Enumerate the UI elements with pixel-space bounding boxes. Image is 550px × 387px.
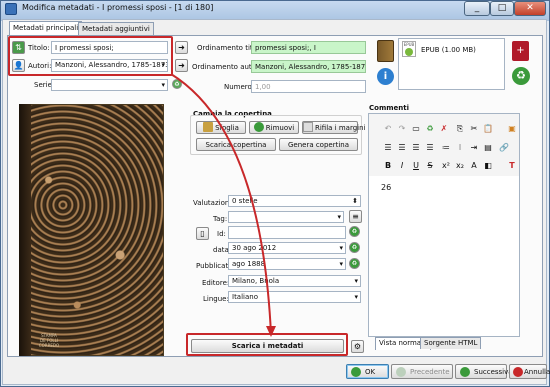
insert-image-icon[interactable]: ▣ — [506, 123, 518, 134]
epub-file-icon: EPUB — [402, 41, 416, 57]
cancel-icon — [513, 367, 523, 377]
edit-tags-icon[interactable]: ≡ — [349, 210, 362, 223]
text-color-icon[interactable]: A — [468, 160, 480, 171]
check-icon — [351, 367, 361, 377]
prev-label: Precedente — [410, 368, 450, 376]
generate-cover-button[interactable]: Genera copertina — [279, 138, 358, 151]
chevron-down-icon: ▾ — [339, 244, 343, 252]
previous-button[interactable]: Precedente — [391, 364, 453, 379]
spin-arrows-icon: ⬍ — [352, 197, 358, 205]
remove-format-icon[interactable]: ✗ — [438, 123, 450, 134]
epub-badge: EPUB — [403, 42, 415, 47]
link-icon[interactable]: 🔗 — [498, 142, 510, 153]
italic-icon[interactable]: I — [396, 160, 408, 171]
bullet-list-icon[interactable]: ⁝ — [454, 142, 466, 153]
title-sort-input[interactable]: promessi sposi;, I — [251, 41, 366, 54]
remove-format-icon[interactable]: ♻ — [512, 67, 530, 85]
tab-main-metadata[interactable]: Metadati principali — [9, 21, 83, 36]
clear-icon[interactable]: ♻ — [424, 123, 436, 134]
underline-icon[interactable]: U — [410, 160, 422, 171]
cover-spine — [19, 104, 31, 356]
justify-icon[interactable]: ☰ — [424, 142, 436, 153]
ok-label: OK — [365, 368, 376, 376]
chevron-down-icon: ▾ — [339, 260, 343, 268]
annotation-arrow — [170, 73, 276, 337]
forward-arrow-icon — [460, 367, 470, 377]
numbered-list-icon[interactable]: ≔ — [440, 142, 452, 153]
align-right-icon[interactable]: ☰ — [410, 142, 422, 153]
cancel-button[interactable]: Annulla — [509, 364, 550, 379]
copy-title-arrow-icon[interactable]: ➜ — [175, 41, 188, 54]
tab-extra-metadata[interactable]: Metadati aggiuntivi — [78, 22, 154, 36]
chevron-down-icon: ▾ — [354, 293, 358, 301]
tab-html-source[interactable]: Sorgente HTML — [420, 337, 482, 349]
back-arrow-icon — [396, 367, 406, 377]
next-button[interactable]: Successiva — [455, 364, 513, 379]
info-icon[interactable]: i — [377, 68, 394, 85]
maximize-button[interactable]: □ — [490, 1, 514, 16]
epub-logo-icon — [405, 48, 413, 56]
indent-icon[interactable]: ⇥ — [468, 142, 480, 153]
bold-icon[interactable]: B — [382, 160, 394, 171]
background-color-icon[interactable]: ◧ — [482, 160, 494, 171]
title-bar: Modifica metadati - I promessi sposi - [… — [0, 0, 548, 18]
superscript-icon[interactable]: x² — [440, 160, 452, 171]
book-icon[interactable] — [377, 40, 394, 62]
copy-icon[interactable]: ⎘ — [454, 123, 466, 134]
title-authors-highlight — [8, 36, 173, 76]
series-input[interactable]: ▾ — [51, 79, 168, 91]
copy-format-icon[interactable]: ▭ — [410, 123, 422, 134]
align-center-icon[interactable]: ☰ — [396, 142, 408, 153]
format-item[interactable]: EPUB (1.00 MB) — [421, 46, 476, 54]
trim-icon — [303, 122, 313, 132]
cover-spine-text: STAMPA DE FOLLI CORREDO — [38, 333, 60, 348]
minimize-button[interactable]: _ — [464, 1, 490, 16]
align-left-icon[interactable]: ☰ — [382, 142, 394, 153]
cut-icon[interactable]: ✂ — [468, 123, 480, 134]
clear-published-icon[interactable]: ♻ — [349, 258, 360, 269]
window-title: Modifica metadati - I promessi sposi - [… — [22, 3, 214, 12]
chevron-down-icon: ▾ — [337, 213, 341, 221]
add-format-icon[interactable]: + — [512, 41, 529, 61]
clear-ids-recycle-icon[interactable]: ♻ — [349, 226, 360, 237]
chevron-down-icon: ▾ — [354, 277, 358, 285]
subscript-icon[interactable]: x₂ — [454, 160, 466, 171]
close-button[interactable]: ✕ — [514, 1, 546, 16]
next-label: Successiva — [474, 368, 513, 376]
paste-icon[interactable]: 📋 — [482, 123, 494, 134]
cover-image — [19, 104, 164, 356]
trim-label: Rifila i margini — [315, 124, 366, 132]
cancel-label: Annulla — [524, 368, 550, 376]
clear-date-icon[interactable]: ♻ — [349, 242, 360, 253]
font-icon[interactable]: T — [506, 160, 518, 171]
trim-cover-button[interactable]: Rifila i margini — [302, 121, 365, 134]
comments-content[interactable]: 26 — [381, 183, 391, 192]
strikethrough-icon[interactable]: S — [424, 160, 436, 171]
redo-icon[interactable]: ↷ — [396, 123, 408, 134]
ok-button[interactable]: OK — [346, 364, 389, 379]
undo-icon[interactable]: ↶ — [382, 123, 394, 134]
comments-label: Commenti — [369, 104, 410, 112]
style-dropdown-icon[interactable]: ▤ — [482, 142, 494, 153]
configure-download-icon[interactable]: ⚙ — [351, 340, 364, 353]
calibre-app-icon — [5, 3, 17, 15]
